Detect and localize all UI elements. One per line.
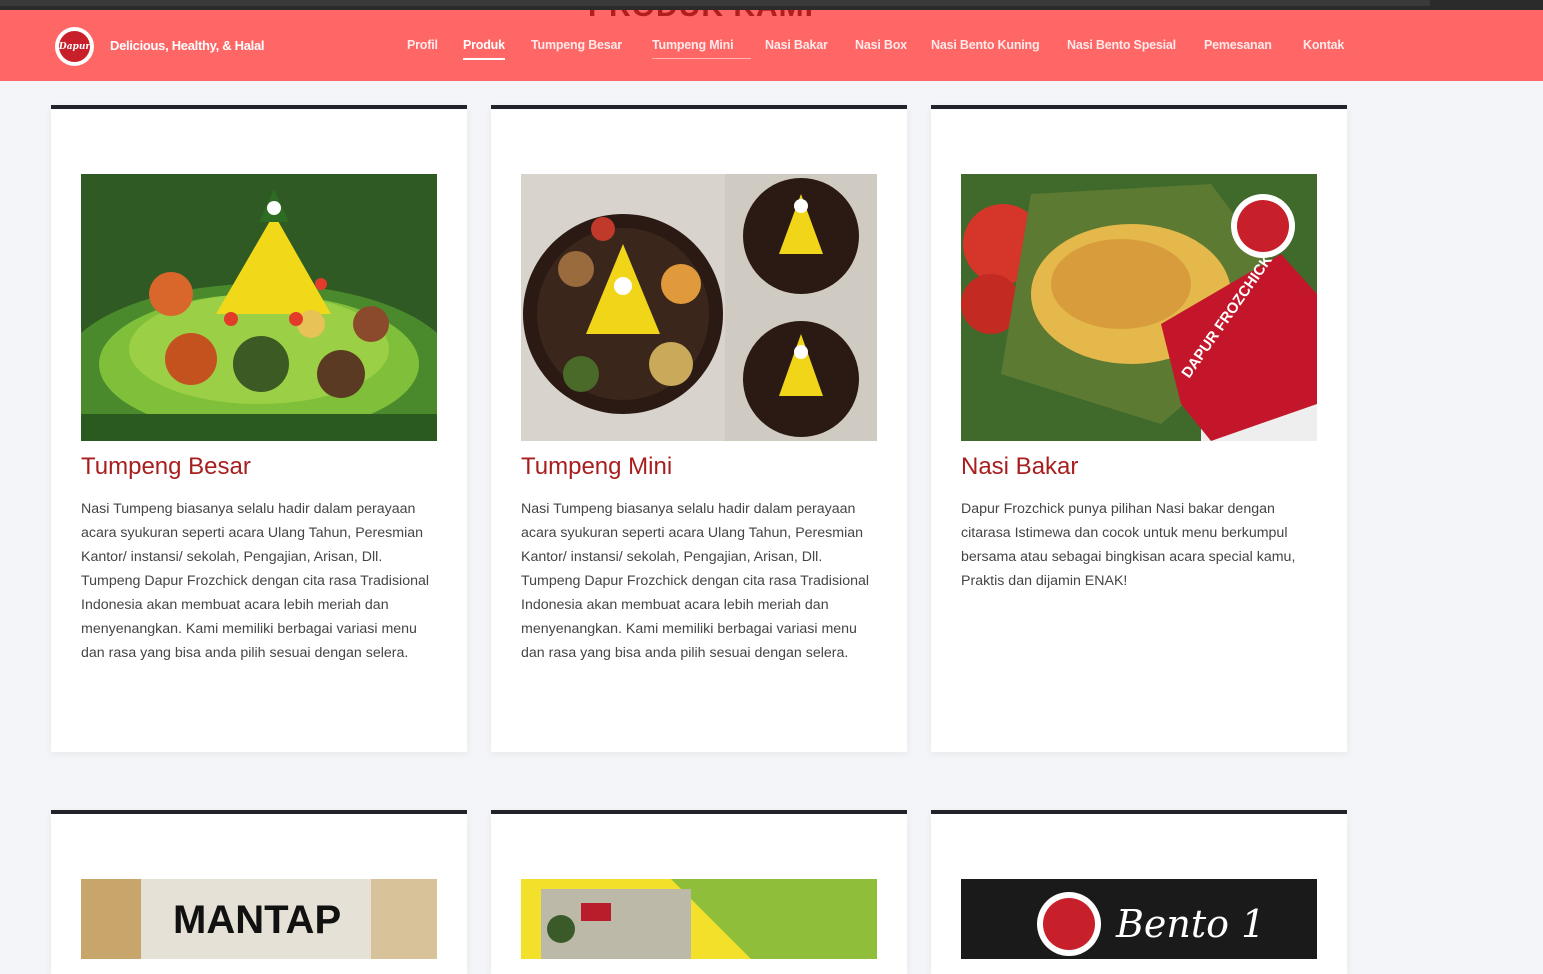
product-description: Dapur Frozchick punya pilihan Nasi bakar… (961, 501, 1296, 589)
bento-text: Bento 1 (1115, 902, 1265, 946)
product-card-row2-3: Bento 1 (931, 810, 1347, 974)
nav-produk[interactable]: Produk (463, 38, 505, 60)
row2-image-3[interactable]: Bento 1 (961, 879, 1317, 959)
nasi-bakar-image[interactable]: DAPUR FROZCHICK (961, 174, 1317, 441)
product-description: Nasi Tumpeng biasanya selalu hadir dalam… (521, 501, 870, 661)
tumpeng-besar-image[interactable] (81, 174, 437, 441)
page-heading: PRODUK KAMI (588, 10, 814, 24)
nav-nasi-bento-spesial[interactable]: Nasi Bento Spesial (1067, 38, 1176, 52)
mantap-text: MANTAP (173, 898, 341, 942)
product-card-nasi-bakar: DAPUR FROZCHICK Nasi Bakar Dapur Frozchi… (931, 105, 1347, 752)
site-tagline: Delicious, Healthy, & Halal (110, 38, 265, 53)
row2-image-1[interactable]: MANTAP (81, 879, 437, 959)
product-title[interactable]: Tumpeng Mini (521, 453, 672, 481)
product-card-row2-1: MANTAP (51, 810, 467, 974)
nav-nasi-bakar[interactable]: Nasi Bakar (765, 38, 828, 52)
nav-profil[interactable]: Profil (407, 38, 438, 52)
site-header: Dapur Delicious, Healthy, & Halal Profil… (0, 10, 1543, 81)
nav-nasi-box[interactable]: Nasi Box (855, 38, 907, 52)
product-card-tumpeng-besar: Tumpeng Besar Nasi Tumpeng biasanya sela… (51, 105, 467, 752)
product-title[interactable]: Tumpeng Besar (81, 453, 251, 481)
tumpeng-mini-image[interactable] (521, 174, 877, 441)
nav-kontak[interactable]: Kontak (1303, 38, 1344, 52)
product-description: Nasi Tumpeng biasanya selalu hadir dalam… (81, 501, 430, 661)
nav-tumpeng-mini[interactable]: Tumpeng Mini (652, 38, 752, 59)
product-card-row2-2 (491, 810, 907, 974)
nav-pemesanan[interactable]: Pemesanan (1204, 38, 1272, 52)
nav-nasi-bento-kuning[interactable]: Nasi Bento Kuning (931, 38, 1040, 52)
nav-tumpeng-besar[interactable]: Tumpeng Besar (531, 38, 622, 52)
browser-top-strip (0, 0, 1543, 10)
product-title[interactable]: Nasi Bakar (961, 453, 1078, 481)
logo-badge: Dapur (59, 31, 90, 62)
product-card-tumpeng-mini: Tumpeng Mini Nasi Tumpeng biasanya selal… (491, 105, 907, 752)
row2-image-2[interactable] (521, 879, 877, 959)
brand-logo[interactable]: Dapur (55, 27, 94, 66)
